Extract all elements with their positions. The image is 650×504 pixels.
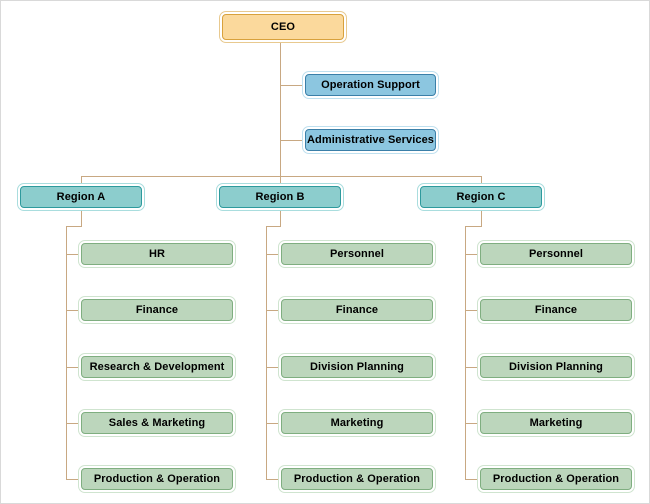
node-region-a-dept-3[interactable]: Research & Development <box>78 353 236 381</box>
org-chart-canvas: CEO Operation Support Administrative Ser… <box>0 0 650 504</box>
node-region-b-dept-1-label: Personnel <box>281 243 433 265</box>
connector-region-a-stub-2 <box>66 310 78 311</box>
connector-region-a-spine <box>66 226 67 480</box>
connector-region-a-elbow <box>66 226 82 227</box>
node-region-b-dept-2[interactable]: Finance <box>278 296 436 324</box>
connector-ceo-to-administrative-services <box>280 140 302 141</box>
node-region-b-label: Region B <box>219 186 341 208</box>
connector-region-c-stub-1 <box>465 254 477 255</box>
connector-region-b-stub-4 <box>266 423 278 424</box>
connector-region-b-spine <box>266 226 267 480</box>
connector-region-c-drop <box>481 211 482 227</box>
node-region-b[interactable]: Region B <box>216 183 344 211</box>
node-region-c[interactable]: Region C <box>417 183 545 211</box>
node-region-c-dept-5-label: Production & Operation <box>480 468 632 490</box>
node-administrative-services[interactable]: Administrative Services <box>302 126 439 154</box>
node-region-c-dept-3-label: Division Planning <box>480 356 632 378</box>
node-region-c-dept-3[interactable]: Division Planning <box>477 353 635 381</box>
node-administrative-services-label: Administrative Services <box>305 129 436 151</box>
node-region-c-dept-4-label: Marketing <box>480 412 632 434</box>
node-region-b-dept-5[interactable]: Production & Operation <box>278 465 436 493</box>
connector-ceo-to-operation-support <box>280 85 302 86</box>
node-region-a-dept-5[interactable]: Production & Operation <box>78 465 236 493</box>
node-region-b-dept-4[interactable]: Marketing <box>278 409 436 437</box>
node-region-b-dept-4-label: Marketing <box>281 412 433 434</box>
node-region-a-dept-2-label: Finance <box>81 299 233 321</box>
node-region-a-dept-3-label: Research & Development <box>81 356 233 378</box>
connector-region-c-stub-2 <box>465 310 477 311</box>
node-region-b-dept-3-label: Division Planning <box>281 356 433 378</box>
node-region-a-dept-5-label: Production & Operation <box>81 468 233 490</box>
node-region-a-dept-1[interactable]: HR <box>78 240 236 268</box>
connector-region-c-stub-3 <box>465 367 477 368</box>
node-region-a-dept-1-label: HR <box>81 243 233 265</box>
node-region-c-label: Region C <box>420 186 542 208</box>
node-region-a-dept-4[interactable]: Sales & Marketing <box>78 409 236 437</box>
connector-region-c-stub-4 <box>465 423 477 424</box>
node-region-c-dept-2-label: Finance <box>480 299 632 321</box>
node-region-c-dept-2[interactable]: Finance <box>477 296 635 324</box>
connector-region-b-stub-1 <box>266 254 278 255</box>
node-region-c-dept-5[interactable]: Production & Operation <box>477 465 635 493</box>
connector-region-b-stub-3 <box>266 367 278 368</box>
node-region-a-dept-2[interactable]: Finance <box>78 296 236 324</box>
node-ceo[interactable]: CEO <box>219 11 347 43</box>
connector-region-a-stub-5 <box>66 479 78 480</box>
node-region-c-dept-1-label: Personnel <box>480 243 632 265</box>
connector-region-b-drop <box>280 211 281 227</box>
node-region-c-dept-4[interactable]: Marketing <box>477 409 635 437</box>
node-region-b-dept-5-label: Production & Operation <box>281 468 433 490</box>
node-region-a[interactable]: Region A <box>17 183 145 211</box>
node-region-c-dept-1[interactable]: Personnel <box>477 240 635 268</box>
connector-region-bus <box>81 176 482 177</box>
connector-region-a-stub-1 <box>66 254 78 255</box>
node-region-a-dept-4-label: Sales & Marketing <box>81 412 233 434</box>
node-ceo-label: CEO <box>222 14 344 40</box>
connector-region-b-stub-5 <box>266 479 278 480</box>
node-region-b-dept-1[interactable]: Personnel <box>278 240 436 268</box>
connector-region-c-spine <box>465 226 466 480</box>
node-region-b-dept-3[interactable]: Division Planning <box>278 353 436 381</box>
node-operation-support[interactable]: Operation Support <box>302 71 439 99</box>
node-operation-support-label: Operation Support <box>305 74 436 96</box>
node-region-a-label: Region A <box>20 186 142 208</box>
connector-region-c-stub-5 <box>465 479 477 480</box>
connector-region-a-stub-3 <box>66 367 78 368</box>
connector-ceo-trunk <box>280 43 281 177</box>
connector-region-b-elbow <box>266 226 281 227</box>
connector-region-a-stub-4 <box>66 423 78 424</box>
connector-region-b-stub-2 <box>266 310 278 311</box>
connector-region-a-drop <box>81 211 82 227</box>
node-region-b-dept-2-label: Finance <box>281 299 433 321</box>
connector-region-c-elbow <box>465 226 482 227</box>
